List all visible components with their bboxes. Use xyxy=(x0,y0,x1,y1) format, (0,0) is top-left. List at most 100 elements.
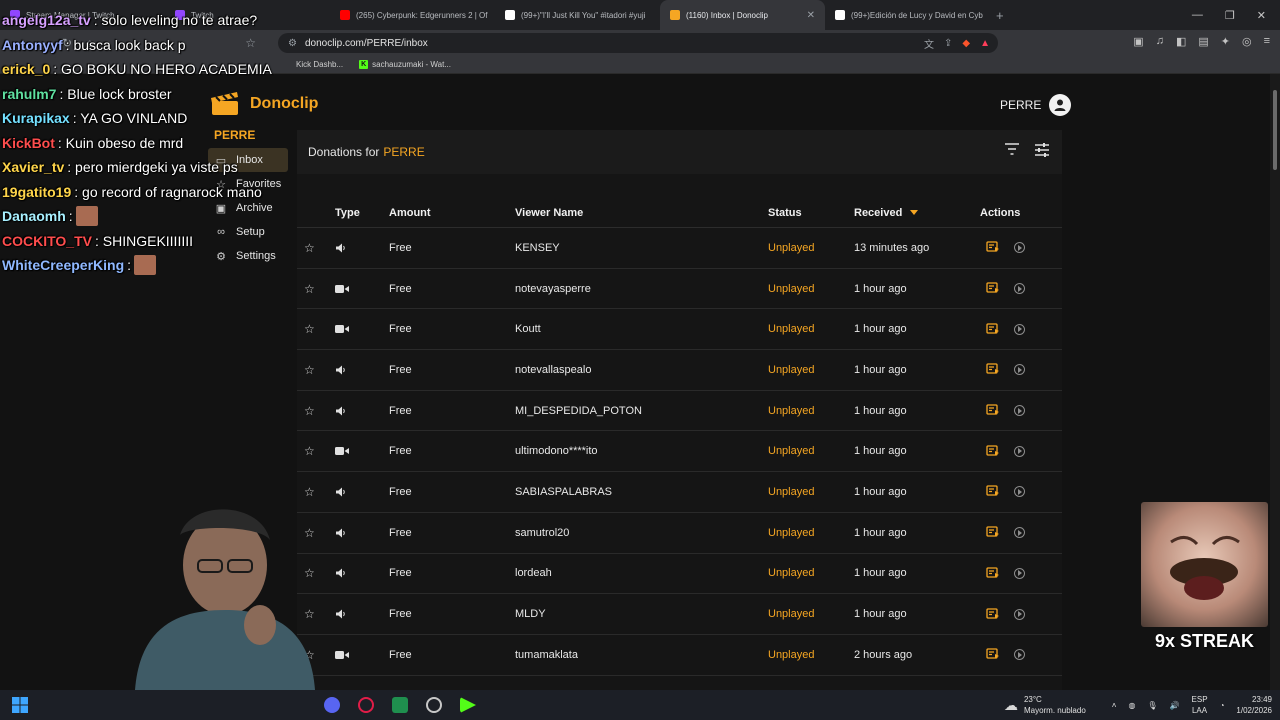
url-bar[interactable]: ⚙ donoclip.com/PERRE/inbox 文 ⇪ ◆ ▲ xyxy=(278,33,998,53)
media-icon[interactable]: ♫ xyxy=(1156,35,1164,48)
volume-icon[interactable]: 🔊 xyxy=(1170,701,1180,710)
add-to-queue-icon[interactable] xyxy=(986,444,1000,459)
tune-icon[interactable] xyxy=(1034,142,1050,158)
amount-cell: Free xyxy=(389,445,412,458)
play-icon[interactable] xyxy=(1014,608,1025,620)
status-badge: Unplayed xyxy=(768,323,815,336)
vpn-icon[interactable]: ◎ xyxy=(1242,35,1252,48)
chat-text: : xyxy=(68,208,73,224)
scrollbar-thumb[interactable] xyxy=(1273,90,1277,170)
add-to-queue-icon[interactable] xyxy=(986,240,1000,255)
table-row[interactable]: ☆ Free tumamaklata Unplayed 2 hours ago xyxy=(297,635,1062,676)
add-to-queue-icon[interactable] xyxy=(986,484,1000,499)
header-status[interactable]: Status xyxy=(768,207,854,219)
play-icon[interactable] xyxy=(1014,283,1025,295)
weather-widget[interactable]: ☁ 23°C Mayorm. nublado xyxy=(1004,694,1086,716)
table-row[interactable]: ☆ Free KENSEY Unplayed 13 minutes ago xyxy=(297,228,1062,269)
table-row[interactable]: ☆ Free Koutt Unplayed 1 hour ago xyxy=(297,309,1062,351)
favorite-star-icon[interactable]: ☆ xyxy=(297,444,335,458)
favorite-star-icon[interactable]: ☆ xyxy=(297,404,335,418)
status-badge: Unplayed xyxy=(768,526,815,539)
received-cell: 1 hour ago xyxy=(854,485,907,498)
chat-username: Antonyyf xyxy=(2,36,63,53)
add-to-queue-icon[interactable] xyxy=(986,647,1000,662)
table-row[interactable]: ☆ Free MI_DESPEDIDA_POTON Unplayed 1 hour ag… xyxy=(297,391,1062,432)
brave-shield-icon[interactable]: ◆ xyxy=(962,38,970,49)
add-to-queue-icon[interactable] xyxy=(986,362,1000,377)
new-tab-button[interactable]: + xyxy=(996,8,1004,23)
tab-close-icon[interactable]: ✕ xyxy=(807,10,815,21)
add-to-queue-icon[interactable] xyxy=(986,607,1000,622)
wifi-icon[interactable]: ◔ xyxy=(1220,701,1225,710)
user-menu[interactable]: PERRE xyxy=(1000,94,1072,116)
header-amount[interactable]: Amount xyxy=(389,207,515,219)
minimize-icon[interactable]: — xyxy=(1192,9,1203,22)
share-icon[interactable]: ⇪ xyxy=(944,38,952,49)
microphone-icon[interactable]: 🎙 xyxy=(1147,701,1157,710)
favorite-star-icon[interactable]: ☆ xyxy=(297,485,335,499)
table-row[interactable]: ☆ Free SABIASPALABRAS Unplayed 1 hour ago xyxy=(297,472,1062,513)
maximize-icon[interactable]: ❐ xyxy=(1225,9,1235,22)
chat-username: Danaomh xyxy=(2,208,66,224)
chat-username: 19gatito19 xyxy=(2,183,72,200)
table-row[interactable]: ☆ Free notevallaspealo Unplayed 1 hour ago xyxy=(297,350,1062,391)
viewer-name-cell: notevallaspealo xyxy=(515,363,592,376)
favorite-star-icon[interactable]: ☆ xyxy=(297,363,335,377)
add-to-queue-icon[interactable] xyxy=(986,281,1000,296)
ai-icon[interactable]: ✦ xyxy=(1221,35,1230,48)
network-icon[interactable]: ◍ xyxy=(1128,701,1135,710)
table-row[interactable]: ☆ Free ultimodono****ito Unplayed 1 hour ago xyxy=(297,431,1062,473)
add-to-queue-icon[interactable] xyxy=(986,525,1000,540)
play-icon[interactable] xyxy=(1014,445,1025,457)
close-icon[interactable]: ✕ xyxy=(1257,9,1266,22)
play-icon[interactable] xyxy=(1014,405,1025,417)
amount-cell: Free xyxy=(389,241,412,254)
language-indicator[interactable]: ESP LAA xyxy=(1192,694,1208,716)
terminal-icon[interactable] xyxy=(392,697,408,713)
discord-icon[interactable] xyxy=(324,697,340,713)
play-icon[interactable] xyxy=(1014,323,1025,335)
bookmark-sachauzumaki[interactable]: K sachauzumaki - Wat... xyxy=(359,60,451,69)
table-row[interactable]: ☆ Free lordeah Unplayed 1 hour ago xyxy=(297,554,1062,595)
opera-icon[interactable] xyxy=(358,697,374,713)
header-viewer-name[interactable]: Viewer Name xyxy=(515,207,768,219)
translate-icon[interactable]: 文 xyxy=(924,36,934,51)
viewer-name-cell: Koutt xyxy=(515,323,541,336)
favorite-star-icon[interactable]: ☆ xyxy=(297,282,335,296)
kick-app-icon[interactable] xyxy=(460,697,476,713)
menu-icon[interactable]: ≡ xyxy=(1264,35,1270,48)
filter-icon[interactable] xyxy=(1004,142,1020,156)
play-icon[interactable] xyxy=(1014,567,1025,579)
viewer-name-cell: SABIASPALABRAS xyxy=(515,485,613,498)
clock[interactable]: 23:49 1/02/2026 xyxy=(1236,694,1272,716)
screenshot-icon[interactable]: ▣ xyxy=(1133,35,1143,48)
tab-favicon-icon xyxy=(835,10,845,20)
chat-text: : GO BOKU NO HERO ACADEMIA xyxy=(53,61,272,77)
add-to-queue-icon[interactable] xyxy=(986,322,1000,337)
play-icon[interactable] xyxy=(1014,527,1025,539)
sidebar-icon[interactable]: ◧ xyxy=(1176,35,1186,48)
add-to-queue-icon[interactable] xyxy=(986,566,1000,581)
table-row[interactable]: ☆ Free samutrol20 Unplayed 1 hour ago xyxy=(297,513,1062,554)
play-icon[interactable] xyxy=(1014,242,1025,254)
browser-tab[interactable]: (99+)"I'll Just Kill You" #itadori #yuji xyxy=(495,0,660,30)
header-received[interactable]: Received xyxy=(854,207,980,219)
tray-chevron-icon[interactable]: ˄ xyxy=(1112,701,1117,710)
omnibox-actions: 文 ⇪ ◆ ▲ xyxy=(924,33,990,53)
table-row[interactable]: ☆ Free MLDY Unplayed 1 hour ago xyxy=(297,594,1062,635)
browser-tab[interactable]: (99+)Edición de Lucy y David en Cyb xyxy=(825,0,990,30)
play-icon[interactable] xyxy=(1014,364,1025,376)
wallet-icon[interactable]: ▤ xyxy=(1198,35,1208,48)
favorite-star-icon[interactable]: ☆ xyxy=(297,322,335,336)
browser-tab[interactable]: (1160) Inbox | Donoclip ✕ xyxy=(660,0,825,30)
brave-rewards-icon[interactable]: ▲ xyxy=(980,38,990,49)
stream-chat-overlay: angelg12a_tv: solo leveling no te atrae?… xyxy=(2,8,362,278)
windows-start-icon[interactable] xyxy=(12,697,28,713)
play-icon[interactable] xyxy=(1014,649,1025,661)
play-icon[interactable] xyxy=(1014,486,1025,498)
add-to-queue-icon[interactable] xyxy=(986,403,1000,418)
obs-icon[interactable] xyxy=(426,697,442,713)
table-row[interactable]: ☆ Free notevayasperre Unplayed 1 hour ago xyxy=(297,269,1062,310)
speaker-icon xyxy=(335,405,389,417)
page-scrollbar[interactable] xyxy=(1270,74,1280,690)
